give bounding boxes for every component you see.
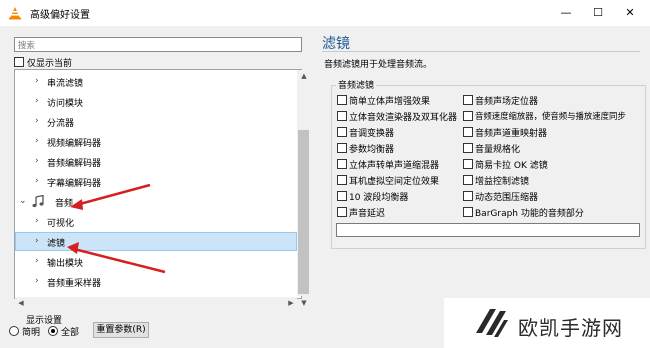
filter-chain-field[interactable] — [336, 223, 640, 237]
radio-simple[interactable] — [9, 326, 19, 336]
chevron-right-icon[interactable]: › — [35, 236, 39, 246]
filter-checkbox[interactable] — [337, 159, 347, 169]
filter-label: 简易卡拉 OK 滤镜 — [475, 161, 548, 171]
tree-item-label: 视频编解码器 — [47, 139, 102, 149]
vlc-cone-icon — [9, 7, 21, 20]
tree-item-label: 可视化 — [47, 219, 75, 229]
radio-simple-label: 简明 — [22, 328, 41, 338]
maximize-button[interactable]: ☐ — [582, 0, 614, 26]
chevron-right-icon[interactable]: › — [35, 136, 39, 146]
chevron-right-icon[interactable]: › — [35, 116, 39, 126]
filter-checkbox[interactable] — [463, 191, 473, 201]
tree-item-visualizations[interactable]: › 可视化 — [15, 212, 297, 231]
filter-label: 音频声道重映射器 — [475, 129, 548, 139]
chevron-right-icon[interactable]: › — [35, 96, 39, 106]
chevron-right-icon[interactable]: › — [35, 256, 39, 266]
filter-checkbox[interactable] — [337, 175, 347, 185]
filter-label: 耳机虚拟空间定位效果 — [349, 177, 440, 187]
filter-checkbox[interactable] — [463, 175, 473, 185]
watermark-text: 欧凯手游网 — [518, 316, 623, 340]
filter-checkbox[interactable] — [337, 95, 347, 105]
only-current-checkbox[interactable] — [14, 57, 24, 67]
filter-label: 简单立体声增强效果 — [349, 97, 431, 107]
tree-item-output-modules[interactable]: › 输出模块 — [15, 252, 297, 271]
chevron-down-icon[interactable]: ⌄ — [19, 196, 27, 206]
preferences-tree: › 串流滤镜 › 访问模块 › 分流器 › 视频编解码器 › 音频编解码器 › … — [14, 69, 302, 299]
chevron-right-icon[interactable]: › — [35, 156, 39, 166]
tree-item-subtitle-codecs[interactable]: › 字幕编解码器 — [15, 172, 297, 191]
filter-label: 声音延迟 — [349, 209, 386, 219]
radio-all[interactable] — [48, 326, 58, 336]
tree-item-label: 音频 — [55, 199, 74, 209]
search-placeholder: 搜索 — [18, 41, 36, 51]
filter-checkbox[interactable] — [463, 127, 473, 137]
tree-item-demuxers[interactable]: › 分流器 — [15, 112, 297, 131]
tree-item-audio[interactable]: ⌄ 音频 — [15, 192, 297, 211]
chevron-right-icon[interactable]: › — [35, 76, 39, 86]
chevron-right-icon[interactable]: › — [35, 176, 39, 186]
tree-item-label: 音频重采样器 — [47, 279, 102, 289]
close-button[interactable]: ✕ — [614, 0, 646, 26]
filter-checkbox[interactable] — [337, 127, 347, 137]
tree-item-stream-filters[interactable]: › 串流滤镜 — [15, 72, 297, 91]
radio-all-label: 全部 — [61, 328, 80, 338]
scroll-up-icon[interactable]: ▲ — [298, 70, 310, 82]
filter-checkbox[interactable] — [463, 111, 473, 121]
tree-item-audio-codecs[interactable]: › 音频编解码器 — [15, 152, 297, 171]
panel-description: 音频滤镜用于处理音频流。 — [324, 60, 433, 70]
tree-item-video-codecs[interactable]: › 视频编解码器 — [15, 132, 297, 151]
filter-checkbox[interactable] — [337, 191, 347, 201]
audio-filters-group-title: 音频滤镜 — [336, 78, 377, 91]
only-current-label: 仅显示当前 — [27, 59, 73, 69]
search-input[interactable]: 搜索 — [14, 37, 302, 52]
scroll-right-icon[interactable]: ▶ — [285, 297, 297, 309]
filter-label: BarGraph 功能的音频部分 — [475, 209, 584, 219]
filter-label: 立体声转单声道缩混器 — [349, 161, 440, 171]
tree-item-label: 滤镜 — [47, 239, 66, 249]
tree-item-label: 输出模块 — [47, 259, 84, 269]
tree-item-access-modules[interactable]: › 访问模块 — [15, 92, 297, 111]
filter-checkbox[interactable] — [337, 143, 347, 153]
filter-checkbox[interactable] — [337, 207, 347, 217]
window-title: 高级偏好设置 — [30, 10, 90, 21]
tree-item-resamplers[interactable]: › 音频重采样器 — [15, 272, 297, 291]
tree-item-label: 访问模块 — [47, 99, 84, 109]
watermark-logo — [476, 309, 508, 337]
filter-label: 音频声场定位器 — [475, 97, 539, 107]
tree-horizontal-scrollbar[interactable] — [15, 297, 297, 309]
filter-checkbox[interactable] — [463, 95, 473, 105]
panel-divider — [322, 51, 640, 52]
minimize-button[interactable]: — — [550, 0, 582, 26]
tree-scroll-thumb[interactable] — [298, 130, 309, 294]
tree-item-label: 串流滤镜 — [47, 79, 84, 89]
tree-item-label: 分流器 — [47, 119, 75, 129]
filter-checkbox[interactable] — [463, 159, 473, 169]
tree-item-label: 字幕编解码器 — [47, 179, 102, 189]
filter-checkbox[interactable] — [337, 111, 347, 121]
scroll-down-icon[interactable]: ▼ — [298, 297, 310, 309]
tree-item-label: 音频编解码器 — [47, 159, 102, 169]
filter-label: 音量规格化 — [475, 145, 521, 155]
filter-label: 音调变换器 — [349, 129, 395, 139]
filter-checkbox[interactable] — [463, 207, 473, 217]
chevron-right-icon[interactable]: › — [35, 276, 39, 286]
filter-label: 增益控制滤镜 — [475, 177, 530, 187]
reset-button[interactable]: 重置参数(R) — [93, 322, 149, 338]
filter-checkbox[interactable] — [463, 143, 473, 153]
filter-label: 音频速度缩放器，使音频与播放速度同步 — [475, 111, 626, 121]
filter-label: 立体音效渲染器及双耳化器 — [349, 113, 458, 123]
filter-label: 10 波段均衡器 — [349, 193, 409, 203]
tree-item-filters[interactable]: › 滤镜 — [15, 232, 297, 251]
chevron-right-icon[interactable]: › — [35, 216, 39, 226]
filter-label: 动态范围压缩器 — [475, 193, 539, 203]
panel-title: 滤镜 — [322, 36, 350, 52]
filter-label: 参数均衡器 — [349, 145, 395, 155]
music-note-icon — [32, 195, 44, 208]
scroll-left-icon[interactable]: ◀ — [15, 297, 27, 309]
